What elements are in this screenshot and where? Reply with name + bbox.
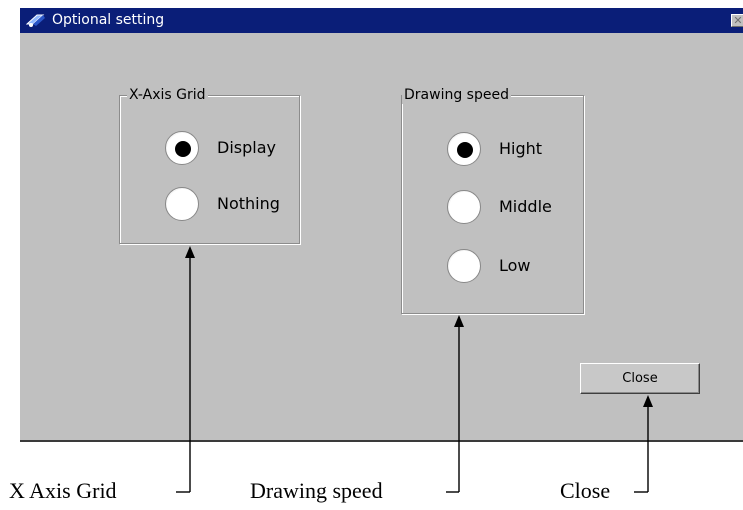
radio-low-label: Low	[499, 256, 531, 275]
radio-display-label: Display	[217, 138, 276, 157]
annotation-x-axis-grid: X Axis Grid	[9, 478, 117, 503]
radio-circle-icon	[447, 132, 481, 166]
radio-nothing-label: Nothing	[217, 194, 280, 213]
radio-selected-dot-icon	[175, 141, 191, 157]
window-title: Optional setting	[52, 12, 165, 28]
close-icon[interactable]: ✕	[731, 14, 743, 27]
close-button[interactable]: Close	[580, 363, 700, 394]
annotation-close: Close	[560, 478, 611, 503]
title-bar[interactable]: Optional setting ✕	[20, 8, 743, 33]
radio-hight-label: Hight	[499, 139, 543, 158]
x-axis-grid-group: X-Axis Grid Display Nothing	[119, 86, 300, 244]
optional-setting-dialog: Optional setting ✕ X-Axis Grid Display N…	[20, 8, 743, 442]
x-axis-grid-legend: X-Axis Grid	[127, 86, 208, 104]
drawing-speed-legend: Drawing speed	[402, 86, 511, 104]
radio-selected-dot-icon	[457, 142, 473, 158]
drawing-speed-group: Drawing speed Hight Middle Low	[401, 86, 584, 314]
annotation-drawing-speed: Drawing speed	[250, 478, 383, 503]
radio-circle-icon	[447, 190, 481, 224]
radio-circle-icon	[165, 187, 199, 221]
settings-window-icon	[26, 14, 45, 27]
radio-circle-icon	[447, 249, 481, 283]
radio-circle-icon	[165, 131, 199, 165]
radio-middle-label: Middle	[499, 197, 552, 216]
